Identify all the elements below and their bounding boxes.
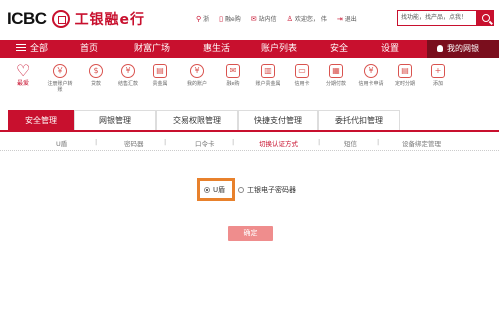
token-label: 工银电子密码器 <box>247 186 296 194</box>
subtab-sms[interactable]: 短信 <box>344 138 357 148</box>
subtab-password-card[interactable]: 口令卡 <box>195 138 215 148</box>
confirm-button[interactable]: 确定 <box>228 226 273 241</box>
subtab-divider: | <box>164 138 167 146</box>
nav-wealth[interactable]: 财富广场 <box>134 40 170 58</box>
subtab-divider: | <box>318 138 321 146</box>
menu-icon <box>16 44 26 51</box>
logout-link[interactable]: ⇥ 退出 <box>336 14 357 24</box>
nav-all[interactable]: 全部 <box>16 40 48 58</box>
my-bank-button[interactable]: 我的网银 <box>427 40 499 58</box>
quick-add[interactable]: + 添加 <box>428 64 448 87</box>
tab-transaction-permission[interactable]: 交易权限管理 <box>156 110 238 130</box>
subtab-divider: | <box>232 138 235 146</box>
precious-metal-icon: ▥ <box>261 64 275 78</box>
udun-radio[interactable] <box>204 187 210 193</box>
top-header: ICBC 工银融e行 ⚲ 浙 ▯ 融e购 ✉ 站内信 ♙ 欢迎您， 伟 ⇥ 退出 找功能，… <box>0 0 499 38</box>
quick-card-apply[interactable]: ¥ 信用卡申请 <box>355 64 387 87</box>
add-icon: + <box>431 64 445 78</box>
fixed-deposit-icon: ▤ <box>398 64 412 78</box>
tab-ebank-management[interactable]: 网银管理 <box>74 110 156 130</box>
money-bag-icon <box>437 45 443 52</box>
inbox-link[interactable]: ✉ 站内信 <box>250 14 277 24</box>
tab-security-management[interactable]: 安全管理 <box>8 110 74 130</box>
icbc-emblem-icon <box>51 10 70 28</box>
quick-my-account[interactable]: ¥ 我的账户 <box>183 64 211 87</box>
logo-text-cn: 工银融e行 <box>74 12 146 28</box>
user-icon: ♙ <box>286 14 293 23</box>
quick-installment[interactable]: ▦ 分期付款 <box>322 64 350 87</box>
quick-precious-metal[interactable]: ▥ 账户贵金属 <box>252 64 284 87</box>
quick-shop[interactable]: ✉ 融e购 <box>221 64 245 87</box>
welcome-user[interactable]: ♙ 欢迎您， 伟 <box>286 14 327 24</box>
shop-icon: ✉ <box>226 64 240 78</box>
tab-entrusted-debit[interactable]: 委托代扣管理 <box>318 110 400 130</box>
search-input[interactable]: 找功能，找产品，点我！ <box>397 10 477 26</box>
auth-option-udun[interactable]: U盾 <box>204 185 225 195</box>
my-account-icon: ¥ <box>190 64 204 78</box>
quick-transfer[interactable]: ￥ 注册账户转账 <box>46 64 74 93</box>
quick-fixed-installment[interactable]: ▤ 定时分期 <box>392 64 418 87</box>
logout-icon: ⇥ <box>336 14 343 23</box>
auth-option-token[interactable]: 工银电子密码器 <box>238 185 296 195</box>
gold-icon: ▤ <box>153 64 167 78</box>
subtab-token[interactable]: 密码器 <box>124 138 144 148</box>
tab-quick-pay[interactable]: 快捷支付管理 <box>238 110 318 130</box>
quick-menu: ♡ 最爱 ￥ 注册账户转账 $ 贷款 ¥ 结售汇款 ▤ 贵金属 ¥ 我的账户 ✉ 融e购 ▥ 账… <box>0 60 499 104</box>
main-nav: 全部 首页 财富广场 惠生活 账户列表 安全 设置 我的网银 <box>0 40 499 58</box>
quick-loan[interactable]: $ 贷款 <box>84 64 108 87</box>
search-button[interactable] <box>477 10 494 26</box>
region-link[interactable]: ⚲ 浙 <box>196 14 209 24</box>
nav-life[interactable]: 惠生活 <box>203 40 230 58</box>
installment-icon: ▦ <box>329 64 343 78</box>
card-apply-icon: ¥ <box>364 64 378 78</box>
subtab-divider: | <box>95 138 98 146</box>
security-subtabs: U盾 | 密码器 | 口令卡 | 切换认证方式 | 短信 | 设备绑定管理 <box>0 134 499 151</box>
token-radio[interactable] <box>238 187 244 193</box>
quick-favorite[interactable]: ♡ 最爱 <box>12 61 34 87</box>
nav-security[interactable]: 安全 <box>330 40 348 58</box>
nav-settings[interactable]: 设置 <box>381 40 399 58</box>
nav-accounts[interactable]: 账户列表 <box>261 40 297 58</box>
subtab-divider: | <box>377 138 380 146</box>
icbc-logo[interactable]: ICBC 工银融e行 <box>7 9 145 29</box>
udun-label: U盾 <box>213 186 226 194</box>
nav-home[interactable]: 首页 <box>80 40 98 58</box>
logo-text-en: ICBC <box>7 9 47 28</box>
quick-credit-card[interactable]: ▭ 信用卡 <box>290 64 314 87</box>
security-tabs: 安全管理 网银管理 交易权限管理 快捷支付管理 委托代扣管理 <box>0 110 499 132</box>
phone-icon: ▯ <box>219 14 224 23</box>
location-pin-icon: ⚲ <box>196 14 202 23</box>
loan-icon: $ <box>89 64 103 78</box>
mail-icon: ✉ <box>250 14 257 23</box>
top-links: ⚲ 浙 ▯ 融e购 ✉ 站内信 ♙ 欢迎您， 伟 ⇥ 退出 <box>196 14 367 24</box>
exchange-icon: ¥ <box>121 64 135 78</box>
subtab-udun[interactable]: U盾 <box>56 138 67 148</box>
quick-gold[interactable]: ▤ 贵金属 <box>148 64 172 87</box>
search-icon <box>481 14 490 22</box>
credit-card-icon: ▭ <box>295 64 309 78</box>
subtab-switch-auth[interactable]: 切换认证方式 <box>259 138 298 148</box>
quick-exchange[interactable]: ¥ 结售汇款 <box>114 64 142 87</box>
account-icon: ￥ <box>53 64 67 78</box>
shop-link[interactable]: ▯ 融e购 <box>219 14 241 24</box>
heart-icon: ♡ <box>16 61 31 80</box>
subtab-device-binding[interactable]: 设备绑定管理 <box>402 138 441 148</box>
